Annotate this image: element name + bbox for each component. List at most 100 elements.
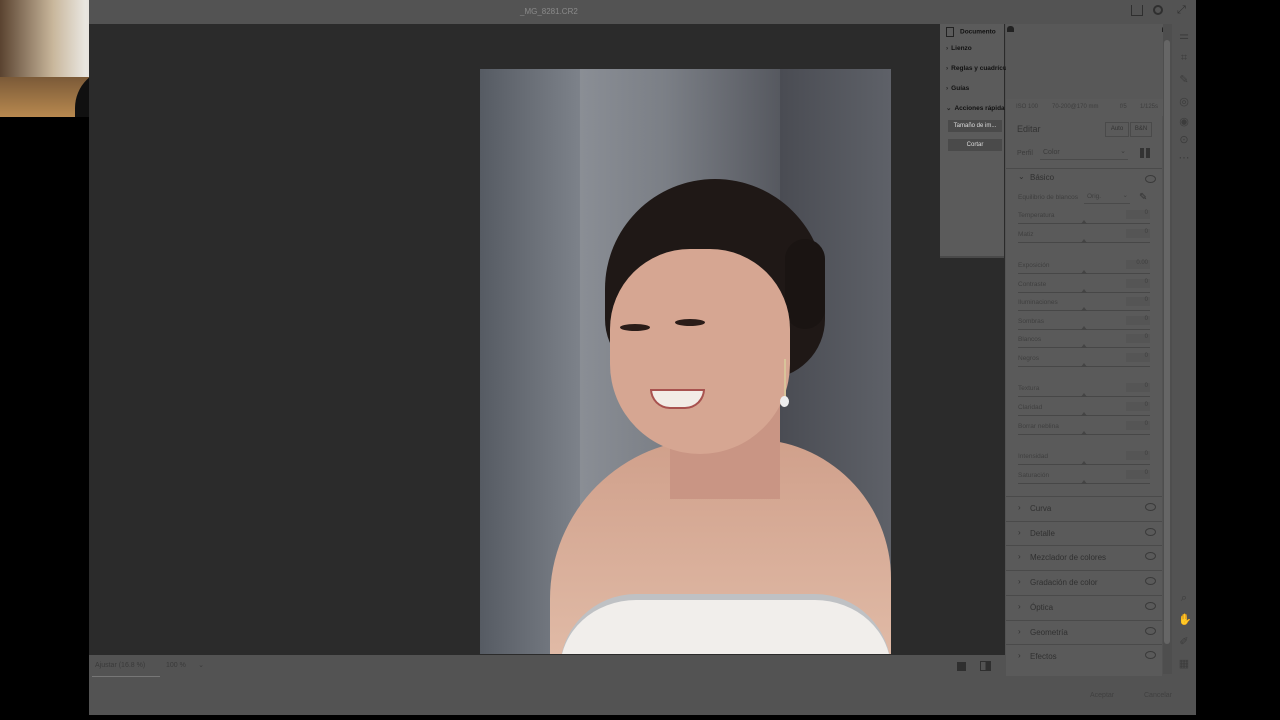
slider-knob[interactable] [1081,480,1087,484]
eye-icon[interactable] [1145,552,1156,561]
crop-icon[interactable]: ⌗ [1178,52,1190,64]
section-2-header[interactable]: › Mezclador de colores [1006,545,1162,570]
slider-knob[interactable] [1081,344,1087,348]
slider-value-field[interactable]: 0 [1126,297,1150,306]
title-bar [213,0,1196,24]
slider-value-field[interactable]: 0 [1126,421,1150,430]
bw-button[interactable]: B&N [1130,122,1152,137]
iso-value: ISO 100 [1016,104,1039,110]
healing-brush-icon[interactable]: ✎ [1178,74,1190,86]
section-3-header[interactable]: › Gradación de color [1006,570,1162,595]
more-options-icon[interactable]: ⋯ [1178,152,1190,164]
eye-icon[interactable] [1145,577,1156,586]
profile-select[interactable]: Color ⌄ [1040,147,1128,160]
eye-icon[interactable] [1145,175,1156,183]
slider-4[interactable]: Iluminaciones 0 [1018,297,1150,317]
slider-knob[interactable] [1081,270,1087,274]
edit-sliders-icon[interactable]: ⚌ [1178,30,1190,42]
slider-value-field[interactable]: 0 [1126,451,1150,460]
slider-knob[interactable] [1081,307,1087,311]
presets-icon[interactable]: ⊙ [1178,134,1190,146]
cancel-button[interactable]: Cancelar [1144,692,1172,699]
slider-12[interactable]: Saturación 0 [1018,470,1150,490]
slider-label: Matiz [1018,231,1034,238]
slider-2[interactable]: Exposición 0.00 [1018,260,1150,280]
slider-knob[interactable] [1081,461,1087,465]
eye-icon[interactable] [1145,503,1156,511]
color-sampler-icon[interactable]: ✐ [1178,636,1190,648]
auto-button[interactable]: Auto [1105,122,1129,137]
camera-info: ISO 100 70-200@170 mm f/5 1/125s [1006,99,1172,116]
accept-button[interactable]: Aceptar [1090,692,1114,699]
slider-11[interactable]: Intensidad 0 [1018,451,1150,471]
image-size-button[interactable]: Tamaño de im... [948,120,1002,132]
slider-label: Exposición [1018,262,1050,269]
slider-10[interactable]: Borrar neblina 0 [1018,421,1150,441]
slider-value-field[interactable]: 0 [1126,402,1150,411]
aperture-value: f/5 [1120,104,1127,110]
white-balance-label: Equilibrio de blancos [1018,194,1078,201]
panel-item-guias[interactable]: › Guías [946,85,969,92]
slider-knob[interactable] [1081,393,1087,397]
profile-browser-icon[interactable] [1140,148,1150,158]
slider-knob[interactable] [1081,289,1087,293]
zoom-level-select[interactable]: 100 % ⌄ [163,660,207,672]
eye-icon[interactable] [1145,601,1156,610]
edit-panel-scroll-thumb[interactable] [1164,40,1170,644]
zoom-icon[interactable]: ⌕ [1178,592,1190,604]
slider-9[interactable]: Claridad 0 [1018,402,1150,422]
crop-button[interactable]: Cortar [948,139,1002,151]
slider-6[interactable]: Blancos 0 [1018,334,1150,354]
eye-icon[interactable] [1145,527,1156,536]
slider-value-field[interactable]: 0 [1126,334,1150,343]
slider-7[interactable]: Negros 0 [1018,353,1150,373]
chevron-down-icon: ⌄ [198,662,204,669]
masking-icon[interactable]: ◎ [1178,96,1190,108]
slider-value-field[interactable]: 0 [1126,353,1150,362]
panel-item-documento[interactable]: Documento [946,27,996,37]
slider-knob[interactable] [1081,239,1087,243]
eyedropper-icon[interactable]: ✎ [1139,192,1147,203]
eye-icon[interactable] [1145,651,1156,660]
slider-label: Saturación [1018,472,1050,479]
before-after-icon[interactable] [980,661,991,671]
hand-icon[interactable]: ✋ [1178,614,1192,626]
section-6-header[interactable]: › Efectos [1006,644,1162,669]
slider-value-field[interactable]: 0 [1126,383,1150,392]
panel-item-lienzo[interactable]: › Lienzo [946,45,972,52]
slider-knob[interactable] [1081,326,1087,330]
section-basic-header[interactable]: ⌄ Básico [1006,168,1162,187]
slider-knob[interactable] [1081,363,1087,367]
slider-8[interactable]: Textura 0 [1018,383,1150,403]
slider-0[interactable]: Temperatura 0 [1018,210,1150,230]
slider-value-field[interactable]: 0 [1126,316,1150,325]
save-icon[interactable] [1131,5,1143,16]
zoom-fit-button[interactable]: Ajustar (16.8 %) [95,662,145,669]
slider-value-field[interactable]: 0 [1126,210,1150,219]
window-title: _MG_8281.CR2 [520,7,578,16]
eye-icon[interactable] [1145,626,1156,635]
zoom-level-value: 100 % [166,662,186,669]
gear-icon[interactable] [1153,5,1163,15]
section-0-header[interactable]: › Curva [1006,496,1162,520]
histogram-clip-shadows-icon[interactable] [1007,26,1014,32]
photo-preview[interactable] [480,69,891,654]
slider-value-field[interactable]: 0 [1126,470,1150,479]
section-4-header[interactable]: › Óptica [1006,594,1162,619]
slider-value-field[interactable]: 0 [1126,279,1150,288]
slider-value-field[interactable]: 0.00 [1126,260,1150,269]
slider-value-field[interactable]: 0 [1126,229,1150,238]
section-1-header[interactable]: › Detalle [1006,520,1162,545]
red-eye-icon[interactable]: ◉ [1178,116,1190,128]
slider-knob[interactable] [1081,412,1087,416]
slider-1[interactable]: Matiz 0 [1018,229,1150,249]
section-5-header[interactable]: › Geometría [1006,619,1162,644]
chevron-right-icon: › [1018,601,1021,611]
single-view-icon[interactable] [957,662,966,671]
panel-item-acciones[interactable]: ⌄ Acciones rápida [946,104,1005,112]
slider-knob[interactable] [1081,220,1087,224]
white-balance-select[interactable]: Orig. ⌄ [1084,192,1130,204]
fullscreen-icon[interactable]: ⤢ [1177,4,1186,17]
grid-icon[interactable]: ▦ [1178,658,1190,670]
slider-knob[interactable] [1081,431,1087,435]
